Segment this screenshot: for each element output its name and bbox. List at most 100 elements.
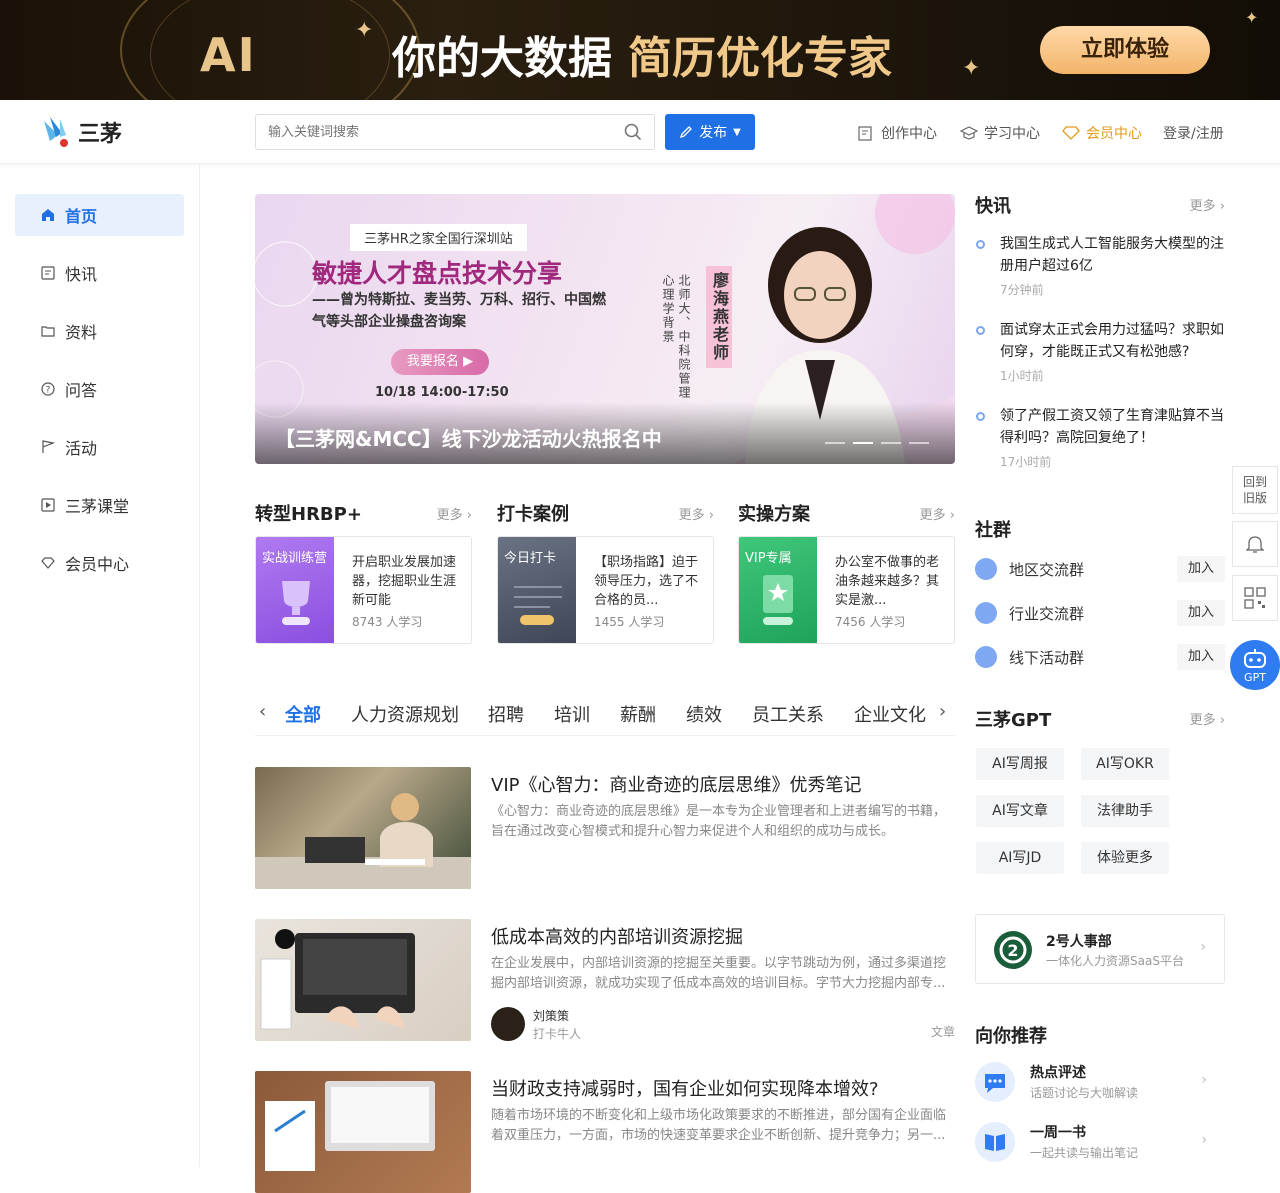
article-summary: 在企业发展中，内部培训资源的挖掘至关重要。以字节跳动为例，通过多渠道挖掘内部培训… [491,956,947,991]
section-hrbp-header: 转型HRBP+ 更多 › [255,500,472,526]
tab-compensation[interactable]: 薪酬 [620,701,656,727]
svg-text:2: 2 [1007,941,1018,960]
course-thumbnail: 实战训练营 [256,537,334,643]
tab-recruiting[interactable]: 招聘 [488,701,524,727]
recommend-item[interactable]: 热点评述 话题讨论与大咖解读 › [975,1062,1225,1106]
group-item: 行业交流群 加入 [975,600,1225,626]
sidebar-item-qa[interactable]: ? 问答 [15,368,184,410]
sidebar-item-materials[interactable]: 资料 [15,310,184,352]
tabs-next-arrow[interactable]: › [939,701,946,722]
search-input[interactable] [256,115,596,149]
news-time: 7分钟前 [1000,283,1044,297]
nav-vip-center[interactable]: 会员中心 [1062,122,1142,144]
gpt-assistant-button[interactable]: GPT [1230,640,1280,690]
sidebar-item-news[interactable]: 快讯 [15,252,184,294]
more-link[interactable]: 更多 › [1190,709,1225,728]
gpt-jd-button[interactable]: AI写JD [976,842,1064,874]
hero-tag: 三茅HR之家全国行深圳站 [350,224,527,251]
news-item[interactable]: 面试穿太正式会用力过猛吗？求职如何穿，才能既正式又有松弛感? 1小时前 [975,319,1225,389]
article-summary: 《心智力：商业奇迹的底层思维》是一本专为企业管理者和上进者编写的书籍，旨在通过改… [491,804,947,839]
tab-culture[interactable]: 企业文化 [854,701,926,727]
qr-code-icon [1244,587,1266,609]
notification-button[interactable] [1232,521,1278,567]
tab-all[interactable]: 全部 [285,701,321,727]
question-icon: ? [41,382,55,396]
hero-carousel[interactable]: 三茅HR之家全国行深圳站 敏捷人才盘点技术分享 ——曾为特斯拉、麦当劳、万科、招… [255,194,955,464]
news-text[interactable]: 我国生成式人工智能服务大模型的注册用户超过6亿 [1000,233,1225,277]
sidebar-item-vip[interactable]: 会员中心 [15,542,184,584]
nav-create-center[interactable]: 创作中心 [858,122,937,144]
more-link[interactable]: 更多 › [679,504,714,523]
course-card[interactable]: 今日打卡 【职场指路】迫于领导压力，选了不合格的员... 1455 人学习 [497,536,714,644]
article-title[interactable]: 当财政支持减弱时，国有企业如何实现降本增效? [491,1075,879,1101]
article-summary: 随着市场环境的不断变化和上级市场化政策要求的不断推进，部分国有企业面临着双重压力… [491,1108,947,1143]
hero-signup-button[interactable]: 我要报名 ▶ [391,349,489,375]
nav-create-label: 创作中心 [881,126,937,142]
chat-group-icon [975,646,997,668]
hero-signup-label: 我要报名 [406,354,459,369]
news-text[interactable]: 面试穿太正式会用力过猛吗？求职如何穿，才能既正式又有松弛感? [1000,319,1225,363]
bell-icon [1246,536,1264,553]
course-card[interactable]: VIP专属 办公室不做事的老油条越来越多？其实是激... 7456 人学习 [738,536,955,644]
author-role: 打卡牛人 [533,1027,582,1041]
qr-code-button[interactable] [1232,575,1278,621]
nav-learn-center[interactable]: 学习中心 [960,122,1040,144]
article-title[interactable]: 低成本高效的内部培训资源挖掘 [491,923,743,949]
recommend-item-title: 一周一书 [1030,1125,1086,1141]
gpt-article-button[interactable]: AI写文章 [976,795,1064,827]
article-item[interactable]: 当财政支持减弱时，国有企业如何实现降本增效? 随着市场环境的不断变化和上级市场化… [255,1071,955,1193]
chevron-right-icon: › [1201,1072,1207,1088]
join-button[interactable]: 加入 [1177,556,1225,582]
tab-training[interactable]: 培训 [554,701,590,727]
timeline-dot [976,326,985,335]
carousel-dot-active[interactable] [853,442,873,444]
article-item[interactable]: VIP《心智力：商业奇迹的底层思维》优秀笔记 《心智力：商业奇迹的底层思维》是一… [255,767,955,889]
news-item[interactable]: 我国生成式人工智能服务大模型的注册用户超过6亿 7分钟前 [975,233,1225,303]
tab-performance[interactable]: 绩效 [686,701,722,727]
recommend-header: 向你推荐 [975,1022,1225,1048]
more-link[interactable]: 更多 › [437,504,472,523]
banner-cta-button[interactable]: 立即体验 [1040,26,1210,74]
sidebar-item-classroom[interactable]: 三茅课堂 [15,484,184,526]
sparkle-icon: ✦ [355,18,374,43]
join-button[interactable]: 加入 [1177,644,1225,670]
news-text[interactable]: 领了产假工资又领了生育津贴算不当得利吗？高院回复绝了！ [1000,405,1225,449]
top-ad-banner[interactable]: AI ✦ ✦ ✦ 你的大数据 简历优化专家 立即体验 [0,0,1280,100]
site-logo[interactable]: 三茅 [40,114,122,150]
carousel-dot[interactable] [825,442,845,444]
promo-card[interactable]: 2 2号人事部 一体化人力资源SaaS平台 › [975,914,1225,984]
news-time: 1小时前 [1000,369,1044,383]
login-link[interactable]: 登录/注册 [1163,122,1224,144]
edit-doc-icon [858,125,872,141]
carousel-dot[interactable] [909,442,929,444]
sidebar-item-activity[interactable]: 活动 [15,426,184,468]
join-button[interactable]: 加入 [1177,600,1225,626]
carousel-dot[interactable] [881,442,901,444]
recommend-item-sub: 一起共读与输出笔记 [1030,1146,1139,1160]
more-link[interactable]: 更多 › [1190,195,1225,214]
author-avatar[interactable] [491,1007,525,1041]
gpt-more-button[interactable]: 体验更多 [1081,842,1169,874]
gpt-weekly-report-button[interactable]: AI写周报 [976,748,1064,780]
tab-employee-relations[interactable]: 员工关系 [752,701,824,727]
sidebar-item-home[interactable]: 首页 [15,194,184,236]
gpt-okr-button[interactable]: AI写OKR [1081,748,1169,780]
diamond-icon [41,557,55,569]
search-icon[interactable] [624,123,642,141]
gpt-label: GPT [1244,671,1266,684]
search-box[interactable] [255,114,655,150]
tabs-prev-arrow[interactable]: ‹ [259,701,266,722]
recommend-item[interactable]: 一周一书 一起共读与输出笔记 › [975,1122,1225,1166]
course-card[interactable]: 实战训练营 开启职业发展加速器，挖掘职业生涯新可能 8743 人学习 [255,536,472,644]
article-item[interactable]: 低成本高效的内部培训资源挖掘 在企业发展中，内部培训资源的挖掘至关重要。以字节跳… [255,919,955,1041]
article-title[interactable]: VIP《心智力：商业奇迹的底层思维》优秀笔记 [491,771,861,797]
promo-title: 2号人事部 [1046,934,1112,950]
more-link[interactable]: 更多 › [920,504,955,523]
publish-button[interactable]: 发布 ▼ [665,114,755,150]
tab-hr-planning[interactable]: 人力资源规划 [351,701,459,727]
news-header: 快讯 更多 › [975,192,1225,218]
news-item[interactable]: 领了产假工资又领了生育津贴算不当得利吗？高院回复绝了！ 17小时前 [975,405,1225,475]
gpt-legal-button[interactable]: 法律助手 [1081,795,1169,827]
author-name[interactable]: 刘策策 [533,1007,569,1024]
back-to-old-version-button[interactable]: 回到旧版 [1232,466,1278,514]
